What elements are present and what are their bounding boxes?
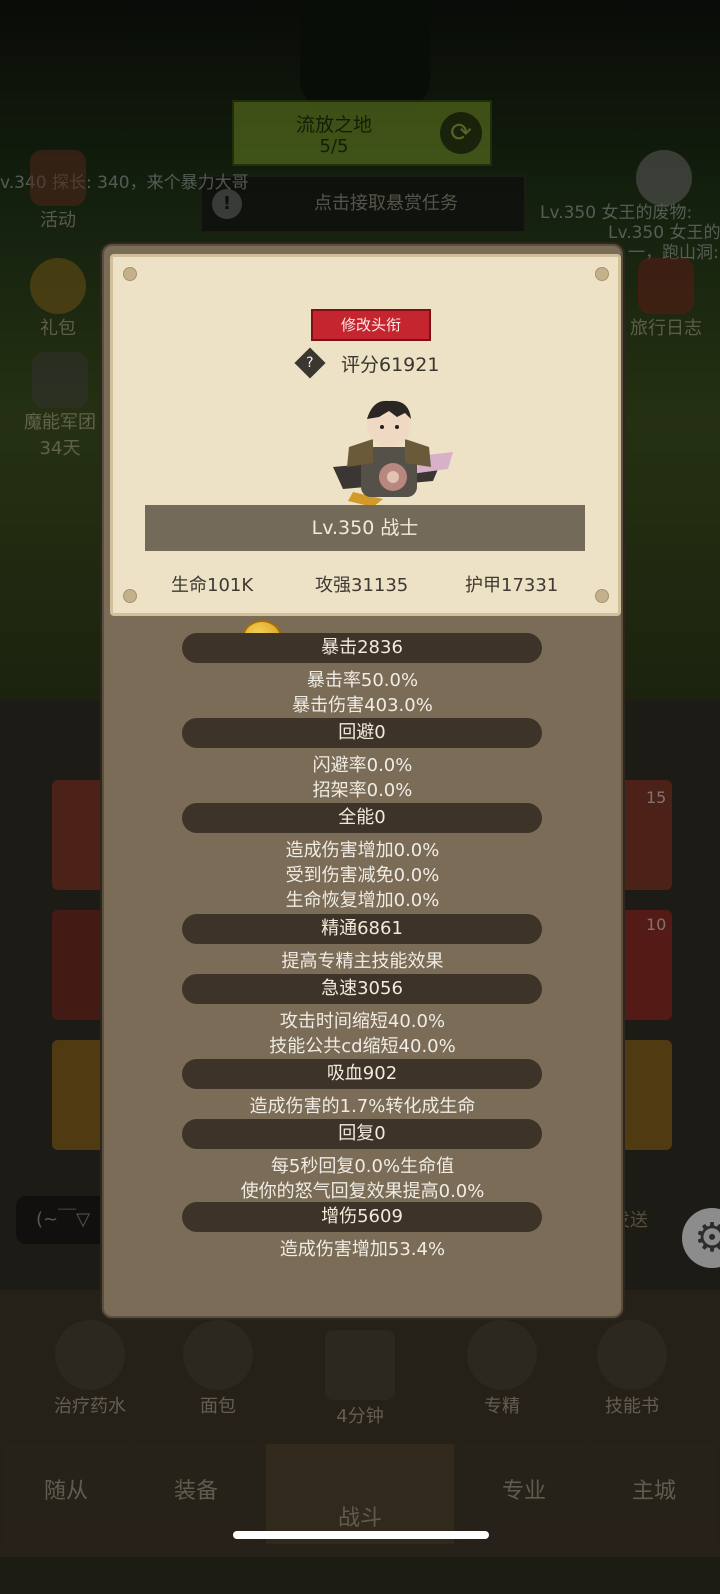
stat-line: 技能公共cd缩短40.0%: [269, 1036, 456, 1057]
stat-line: 闪避率0.0%: [312, 755, 413, 776]
stat-line: 提高专精主技能效果: [281, 951, 444, 972]
stat-line: 造成伤害增加0.0%: [285, 840, 440, 861]
stat-header-dodge: 回避0: [182, 718, 542, 748]
stat-header-lifesteal: 吸血902: [182, 1059, 542, 1089]
stat-header-haste: 急速3056: [182, 974, 542, 1004]
stat-line: 受到伤害减免0.0%: [285, 865, 440, 886]
stat-line: 暴击伤害403.0%: [292, 695, 433, 716]
edit-title-button[interactable]: 修改头衔: [311, 309, 431, 341]
stat-line: 造成伤害增加53.4%: [279, 1239, 446, 1260]
help-icon[interactable]: ?: [294, 347, 326, 379]
rivet: [595, 589, 609, 603]
level-class-band: Lv.350 战士: [145, 505, 585, 551]
stat-header-damage-bonus: 增伤5609: [182, 1202, 542, 1232]
stat-line: 造成伤害的1.7%转化成生命: [249, 1096, 476, 1117]
stat-header-regen: 回复0: [182, 1119, 542, 1149]
rivet: [595, 267, 609, 281]
stat-header-mastery: 精通6861: [182, 914, 542, 944]
stat-header-crit: 暴击2836: [182, 633, 542, 663]
stat-line: 使你的怒气回复效果提高0.0%: [240, 1181, 485, 1202]
attack-stat: 攻强31135: [315, 575, 409, 596]
home-indicator[interactable]: [233, 1531, 489, 1539]
stat-header-versatility: 全能0: [182, 803, 542, 833]
stat-line: 每5秒回复0.0%生命值: [270, 1156, 455, 1177]
stat-line: 招架率0.0%: [312, 780, 413, 801]
rivet: [123, 589, 137, 603]
stat-line: 攻击时间缩短40.0%: [279, 1011, 446, 1032]
character-stats-panel: 修改头衔 ? 评分61921 Lv.350 战士 生命101K 攻强31135 …: [102, 244, 623, 1318]
character-card: 修改头衔 ? 评分61921 Lv.350 战士 生命101K 攻强31135 …: [110, 254, 621, 616]
hp-stat: 生命101K: [171, 575, 254, 596]
stat-line: 暴击率50.0%: [306, 670, 419, 691]
stat-line: 生命恢复增加0.0%: [285, 890, 440, 911]
score-row: ? 评分61921: [294, 347, 499, 379]
rivet: [123, 267, 137, 281]
armor-stat: 护甲17331: [465, 575, 559, 596]
warrior-avatar: [333, 400, 453, 507]
score-value: 评分61921: [341, 354, 440, 376]
